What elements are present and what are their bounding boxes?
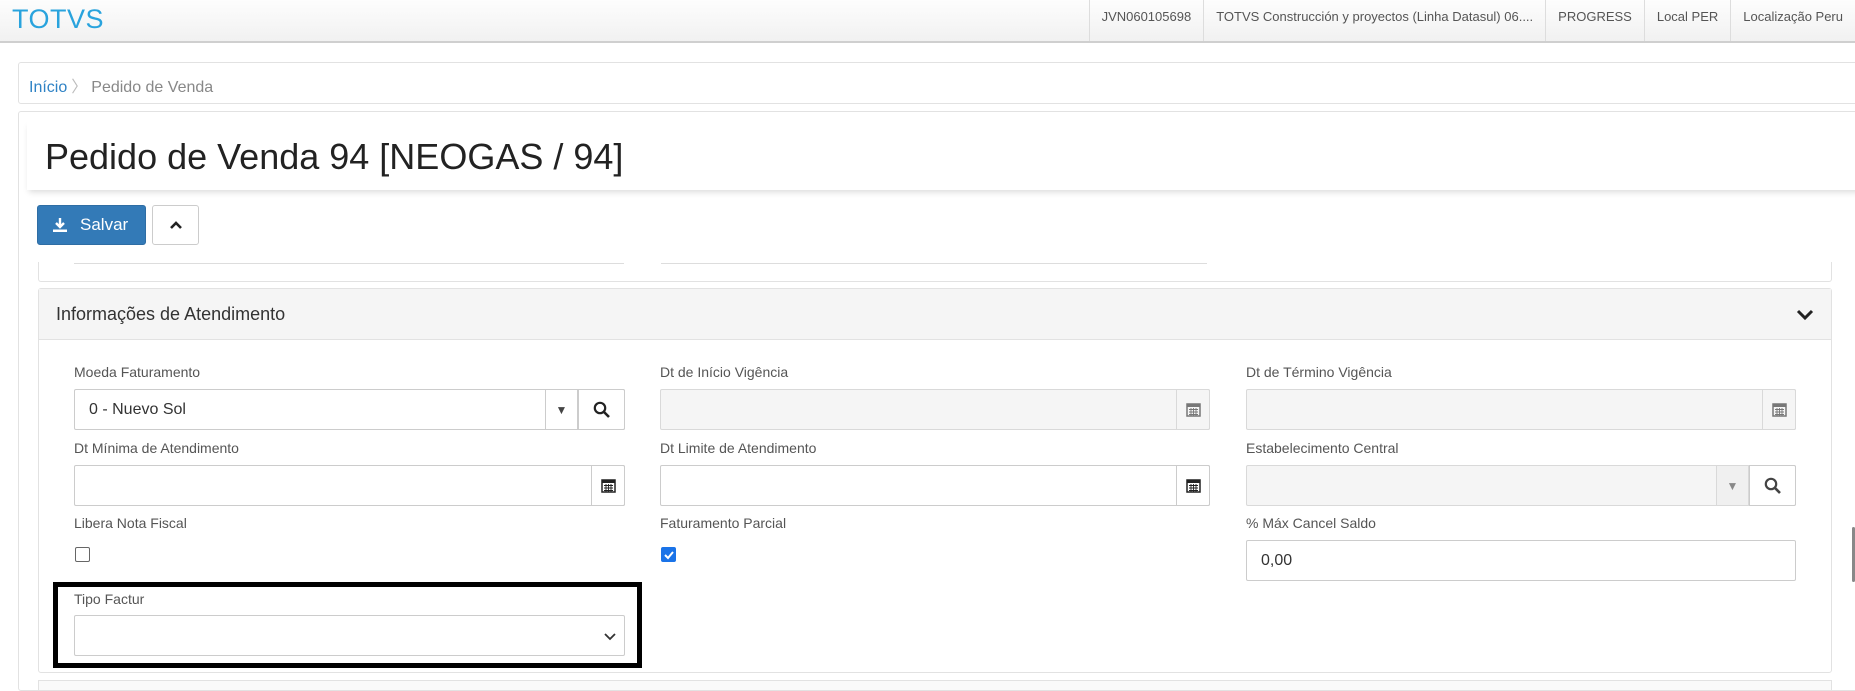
calendar-icon [1771,403,1787,417]
chevron-down-icon[interactable] [1795,305,1815,325]
dt-minima-atendimento-field[interactable] [74,465,625,506]
dropdown-caret-button[interactable]: ▼ [1716,466,1749,505]
breadcrumb: Início 〉 Pedido de Venda [18,62,1855,104]
caret-down-icon: ▼ [1726,478,1739,493]
moeda-search-button[interactable] [578,389,625,430]
dt-limite-calendar-button[interactable] [1176,465,1210,506]
page-title: Pedido de Venda 94 [NEOGAS / 94] [45,136,624,177]
tipo-factur-label: Tipo Factur [74,591,145,607]
libera-nota-fiscal-label: Libera Nota Fiscal [74,515,187,531]
calendar-icon [1185,403,1201,417]
breadcrumb-separator: 〉 [71,79,88,96]
top-nav: JVN060105698 TOTVS Construcción y proyec… [1088,0,1855,41]
topnav-user[interactable]: JVN060105698 [1088,0,1204,41]
dt-limite-atendimento-label: Dt Limite de Atendimento [660,440,817,456]
moeda-faturamento-label: Moeda Faturamento [74,364,201,380]
chevron-up-icon [169,221,182,229]
page-header: Pedido de Venda 94 [NEOGAS / 94] [27,120,1855,190]
faturamento-parcial-label: Faturamento Parcial [660,515,787,531]
save-button[interactable]: Salvar [37,205,146,245]
breadcrumb-home-link[interactable]: Início [29,79,67,96]
topnav-locale[interactable]: Local PER [1643,0,1730,41]
save-button-label: Salvar [80,215,129,234]
collapse-header-button[interactable] [152,205,199,245]
dt-minima-atendimento-label: Dt Mínima de Atendimento [74,440,239,456]
estabelecimento-search-button[interactable] [1749,465,1796,506]
max-cancel-saldo-input[interactable]: 0,00 [1246,540,1796,581]
section-header[interactable]: Informações de Atendimento [39,289,1831,340]
dt-inicio-vigencia-field[interactable] [660,389,1210,430]
moeda-faturamento-field[interactable]: 0 - Nuevo Sol ▼ [74,389,625,430]
faturamento-parcial-checkbox[interactable] [661,547,676,562]
toolbar: Salvar [37,205,199,245]
caret-down-icon: ▼ [555,402,568,417]
dt-termino-vigencia-label: Dt de Término Vigência [1246,364,1392,380]
estabelecimento-central-field[interactable]: ▼ [1246,465,1796,506]
chevron-down-icon [604,633,616,641]
tipo-factur-select[interactable] [74,615,625,656]
max-cancel-saldo-value: 0,00 [1261,552,1293,569]
brand-logo[interactable]: TOTVS [12,4,104,35]
download-icon [53,218,67,232]
breadcrumb-current: Pedido de Venda [91,79,214,96]
calendar-icon [1185,479,1201,493]
dt-limite-atendimento-field[interactable] [660,465,1210,506]
calendar-icon [600,479,616,493]
moeda-faturamento-value: 0 - Nuevo Sol [89,401,186,418]
dt-termino-calendar-button[interactable] [1762,389,1796,430]
topnav-localization[interactable]: Localização Peru [1730,0,1855,41]
topnav-database[interactable]: PROGRESS [1545,0,1644,41]
previous-section [38,262,1832,282]
libera-nota-fiscal-checkbox[interactable] [75,547,90,562]
dt-termino-vigencia-field[interactable] [1246,389,1796,430]
estabelecimento-central-label: Estabelecimento Central [1246,440,1399,456]
top-bar: TOTVS JVN060105698 TOTVS Construcción y … [0,0,1855,43]
previous-field-underline [661,249,1207,264]
checkmark-icon [663,550,674,559]
max-cancel-saldo-label: % Máx Cancel Saldo [1246,515,1376,531]
section-title: Informações de Atendimento [56,304,286,324]
dt-inicio-vigencia-label: Dt de Início Vigência [660,364,789,380]
topnav-company[interactable]: TOTVS Construcción y proyectos (Linha Da… [1203,0,1545,41]
dropdown-caret-button[interactable]: ▼ [545,390,578,429]
previous-field-underline [74,249,624,264]
search-icon [1764,477,1781,494]
search-icon [593,401,610,418]
dt-inicio-calendar-button[interactable] [1176,389,1210,430]
next-section-edge [38,680,1832,690]
dt-minima-calendar-button[interactable] [591,465,625,506]
